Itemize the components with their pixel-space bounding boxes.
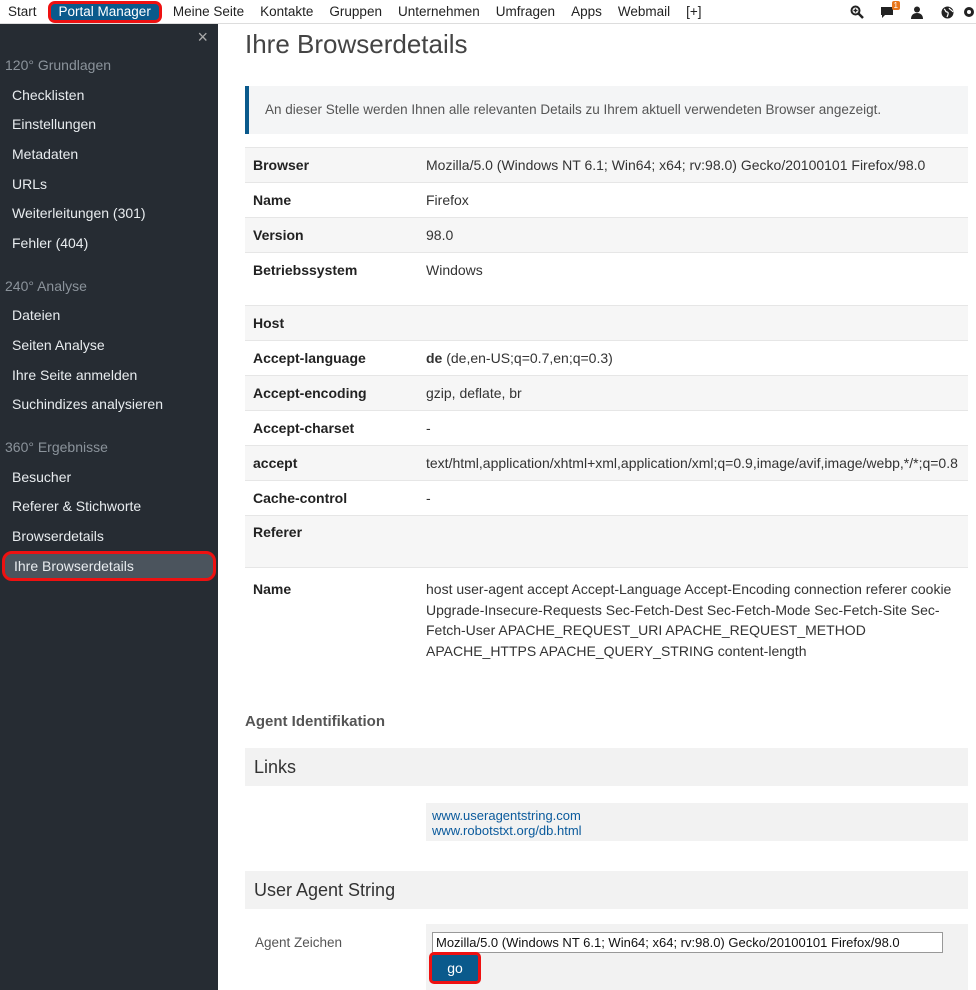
close-icon[interactable]: × [197, 27, 208, 48]
language-list: (de,en-US;q=0.7,en;q=0.3) [442, 350, 613, 366]
sidebar-item-metadaten[interactable]: Metadaten [0, 146, 218, 162]
sidebar-item-weiterleitungen[interactable]: Weiterleitungen (301) [0, 205, 218, 221]
nav-apps[interactable]: Apps [563, 0, 610, 24]
row-value: Windows [418, 252, 968, 288]
row-key: Host [245, 305, 418, 341]
table-row: Accept-encoding gzip, deflate, br [245, 375, 968, 411]
sidebar-item-seiten-analyse[interactable]: Seiten Analyse [0, 337, 218, 353]
row-value: gzip, deflate, br [418, 375, 968, 411]
go-button[interactable]: go [429, 952, 481, 984]
row-key: Browser [245, 147, 418, 183]
row-value: - [418, 480, 968, 516]
table-row: Accept-charset - [245, 410, 968, 446]
top-navigation: Start Portal Manager Meine Seite Kontakt… [0, 0, 976, 24]
row-value: text/html,application/xhtml+xml,applicat… [418, 445, 968, 481]
table-row: Betriebssystem Windows [245, 252, 968, 288]
links-box: www.useragentstring.com www.robotstxt.or… [426, 803, 968, 841]
row-key: Betriebssystem [245, 252, 418, 288]
sidebar-item-einstellungen[interactable]: Einstellungen [0, 116, 218, 132]
table-row: Version 98.0 [245, 217, 968, 253]
table-row: Host [245, 305, 968, 341]
sidebar-item-browserdetails[interactable]: Browserdetails [0, 528, 218, 544]
agent-zeichen-label: Agent Zeichen [255, 935, 343, 950]
nav-meine-seite[interactable]: Meine Seite [165, 0, 252, 24]
sidebar-item-besucher[interactable]: Besucher [0, 469, 218, 485]
user-agent-input[interactable] [432, 932, 943, 953]
nav-webmail[interactable]: Webmail [610, 0, 678, 24]
row-value: Mozilla/5.0 (Windows NT 6.1; Win64; x64;… [418, 147, 968, 183]
sidebar-item-referer[interactable]: Referer & Stichworte [0, 498, 218, 514]
row-key: Accept-charset [245, 410, 418, 446]
table-row: Cache-control - [245, 480, 968, 516]
agent-identification-heading: Agent Identifikation [245, 713, 385, 730]
table-row: Browser Mozilla/5.0 (Windows NT 6.1; Win… [245, 147, 968, 183]
header-table: Host Accept-language de (de,en-US;q=0.7,… [245, 305, 968, 678]
section-title-ergebnisse: 360° Ergebnisse [5, 439, 108, 455]
zoom-search-icon[interactable] [842, 0, 872, 24]
sidebar-item-fehler[interactable]: Fehler (404) [0, 235, 218, 251]
sidebar: × 120° Grundlagen Checklisten Einstellun… [0, 24, 218, 990]
user-agent-string-heading: User Agent String [245, 871, 968, 909]
row-value: 98.0 [418, 217, 968, 253]
section-title-analyse: 240° Analyse [5, 278, 87, 294]
sidebar-item-urls[interactable]: URLs [0, 176, 218, 192]
page-title: Ihre Browserdetails [245, 29, 468, 59]
row-key: Name [245, 182, 418, 218]
section-title-grundlagen: 120° Grundlagen [5, 57, 112, 73]
row-key: Name [245, 567, 418, 678]
nav-portal-manager[interactable]: Portal Manager [47, 0, 162, 23]
sidebar-item-dateien[interactable]: Dateien [0, 307, 218, 323]
table-row: Name host user-agent accept Accept-Langu… [245, 567, 968, 678]
notification-badge: 1 [891, 1, 900, 10]
sidebar-item-checklisten[interactable]: Checklisten [0, 87, 218, 103]
row-key: Referer [245, 515, 418, 568]
table-row: Name Firefox [245, 182, 968, 218]
row-key: Accept-encoding [245, 375, 418, 411]
link-robotstxt[interactable]: www.robotstxt.org/db.html [432, 823, 962, 838]
info-alert: An dieser Stelle werden Ihnen alle relev… [245, 86, 968, 134]
nav-add[interactable]: [+] [678, 0, 709, 24]
row-key: Version [245, 217, 418, 253]
comment-icon[interactable]: 1 [872, 0, 902, 24]
nav-umfragen[interactable]: Umfragen [488, 0, 563, 24]
row-value [418, 515, 968, 568]
nav-gruppen[interactable]: Gruppen [321, 0, 390, 24]
row-value: de (de,en-US;q=0.7,en;q=0.3) [418, 340, 968, 376]
nav-start[interactable]: Start [0, 0, 45, 24]
browser-table: Browser Mozilla/5.0 (Windows NT 6.1; Win… [245, 147, 968, 288]
table-row: Accept-language de (de,en-US;q=0.7,en;q=… [245, 340, 968, 376]
table-row: Referer [245, 515, 968, 568]
nav-unternehmen[interactable]: Unternehmen [390, 0, 488, 24]
row-key: Accept-language [245, 340, 418, 376]
settings-gear-icon[interactable] [962, 0, 976, 24]
links-heading: Links [245, 748, 968, 786]
row-key: Cache-control [245, 480, 418, 516]
user-agent-form: go [426, 924, 968, 990]
nav-kontakte[interactable]: Kontakte [252, 0, 321, 24]
link-useragentstring[interactable]: www.useragentstring.com [432, 808, 962, 823]
language-primary: de [426, 350, 443, 366]
globe-icon[interactable] [932, 0, 962, 24]
sidebar-item-suchindizes[interactable]: Suchindizes analysieren [0, 396, 218, 412]
table-row: accept text/html,application/xhtml+xml,a… [245, 445, 968, 481]
user-icon[interactable] [902, 0, 932, 24]
row-value: - [418, 410, 968, 446]
row-value [418, 305, 968, 341]
sidebar-item-ihre-browserdetails[interactable]: Ihre Browserdetails [2, 551, 216, 581]
row-value: host user-agent accept Accept-Language A… [418, 567, 968, 678]
sidebar-item-seite-anmelden[interactable]: Ihre Seite anmelden [0, 367, 218, 383]
row-key: accept [245, 445, 418, 481]
row-value: Firefox [418, 182, 968, 218]
